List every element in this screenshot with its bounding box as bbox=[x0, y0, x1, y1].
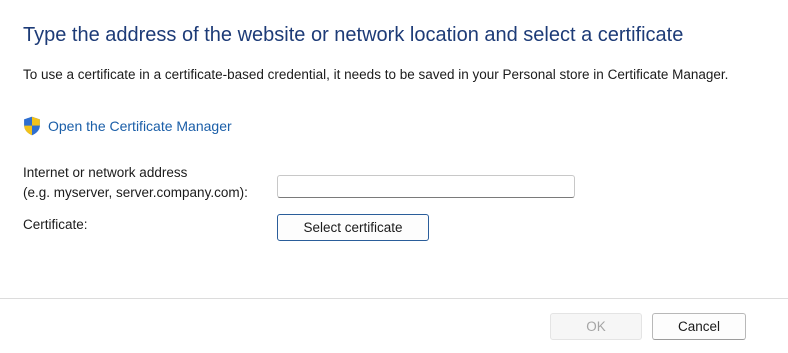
footer-divider bbox=[0, 298, 788, 299]
open-certificate-manager-link[interactable]: Open the Certificate Manager bbox=[23, 115, 232, 137]
network-address-label: Internet or network address (e.g. myserv… bbox=[23, 163, 248, 203]
network-address-input[interactable] bbox=[277, 175, 575, 198]
ok-button[interactable]: OK bbox=[550, 313, 642, 340]
select-certificate-button[interactable]: Select certificate bbox=[277, 214, 429, 241]
dialog-heading: Type the address of the website or netwo… bbox=[23, 24, 684, 46]
network-address-label-line1: Internet or network address bbox=[23, 165, 188, 180]
network-address-label-line2: (e.g. myserver, server.company.com): bbox=[23, 185, 248, 200]
certificate-label: Certificate: bbox=[23, 217, 88, 232]
uac-shield-icon bbox=[23, 116, 41, 136]
dialog-description: To use a certificate in a certificate-ba… bbox=[23, 67, 729, 82]
add-certificate-credential-dialog: Type the address of the website or netwo… bbox=[0, 0, 788, 353]
open-certificate-manager-label[interactable]: Open the Certificate Manager bbox=[48, 118, 232, 134]
cancel-button[interactable]: Cancel bbox=[652, 313, 746, 340]
